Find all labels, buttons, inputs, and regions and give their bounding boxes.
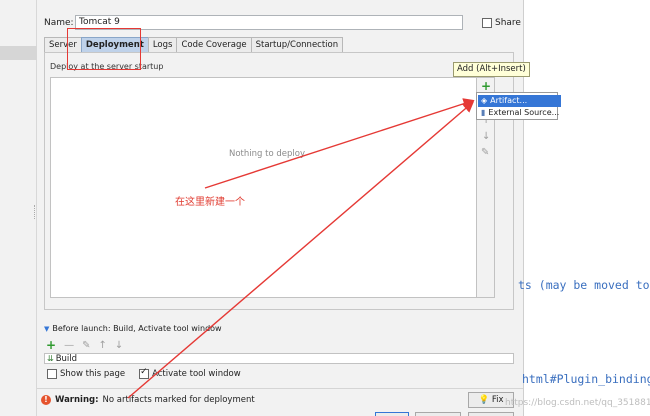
annotation-arrow: [204, 98, 475, 189]
annotation-arrows: [127, 98, 475, 399]
annotation-arrow: [127, 101, 475, 399]
